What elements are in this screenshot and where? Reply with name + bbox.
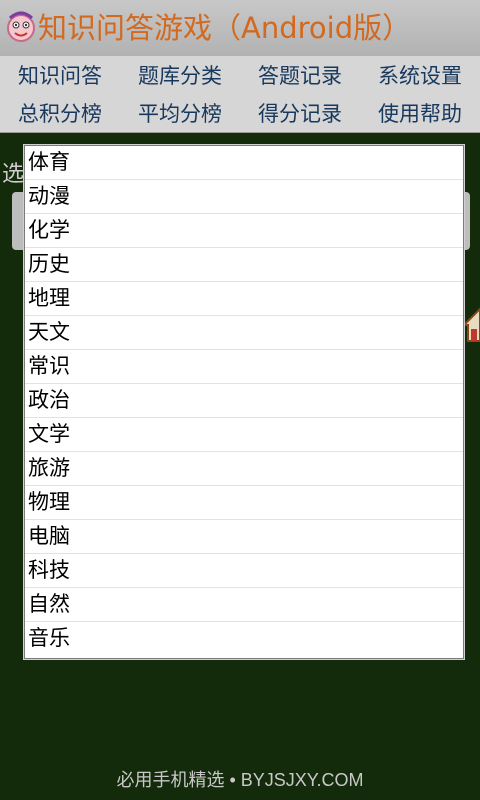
category-item-technology[interactable]: 科技 bbox=[25, 554, 463, 588]
app-title: 知识问答游戏（Android版） bbox=[38, 11, 412, 45]
menu-average-ranking[interactable]: 平均分榜 bbox=[138, 98, 222, 128]
main-menu-row-1: 知识问答 题库分类 答题记录 系统设置 bbox=[0, 56, 480, 95]
category-item-chemistry[interactable]: 化学 bbox=[25, 214, 463, 248]
menu-settings[interactable]: 系统设置 bbox=[378, 60, 462, 90]
menu-total-ranking[interactable]: 总积分榜 bbox=[18, 98, 102, 128]
title-bar: 知识问答游戏（Android版） bbox=[0, 0, 480, 57]
category-item-sports[interactable]: 体育 bbox=[25, 146, 463, 180]
background-label: 选 bbox=[2, 162, 25, 187]
menu-help[interactable]: 使用帮助 bbox=[378, 98, 462, 128]
category-item-literature[interactable]: 文学 bbox=[25, 418, 463, 452]
menu-categories[interactable]: 题库分类 bbox=[138, 60, 222, 90]
main-menu-row-2: 总积分榜 平均分榜 得分记录 使用帮助 bbox=[0, 94, 480, 133]
cartoon-face-icon bbox=[7, 11, 35, 42]
menu-quiz[interactable]: 知识问答 bbox=[18, 60, 102, 90]
category-item-physics[interactable]: 物理 bbox=[25, 486, 463, 520]
menu-score-records[interactable]: 得分记录 bbox=[258, 98, 342, 128]
menu-answer-records[interactable]: 答题记录 bbox=[258, 60, 342, 90]
category-item-geography[interactable]: 地理 bbox=[25, 282, 463, 316]
category-item-history[interactable]: 历史 bbox=[25, 248, 463, 282]
category-item-music[interactable]: 音乐 bbox=[25, 622, 463, 655]
category-item-nature[interactable]: 自然 bbox=[25, 588, 463, 622]
category-list-dialog: 体育 动漫 化学 历史 地理 天文 常识 政治 文学 旅游 物理 电脑 科技 自… bbox=[24, 145, 464, 659]
category-item-anime[interactable]: 动漫 bbox=[25, 180, 463, 214]
watermark-text: 必用手机精选 • BYJSJXY.COM bbox=[116, 770, 364, 790]
category-item-common-sense[interactable]: 常识 bbox=[25, 350, 463, 384]
category-item-computer[interactable]: 电脑 bbox=[25, 520, 463, 554]
category-item-astronomy[interactable]: 天文 bbox=[25, 316, 463, 350]
app-screen: 知识问答游戏（Android版） 知识问答 题库分类 答题记录 系统设置 总积分… bbox=[0, 0, 480, 800]
category-item-travel[interactable]: 旅游 bbox=[25, 452, 463, 486]
category-item-politics[interactable]: 政治 bbox=[25, 384, 463, 418]
